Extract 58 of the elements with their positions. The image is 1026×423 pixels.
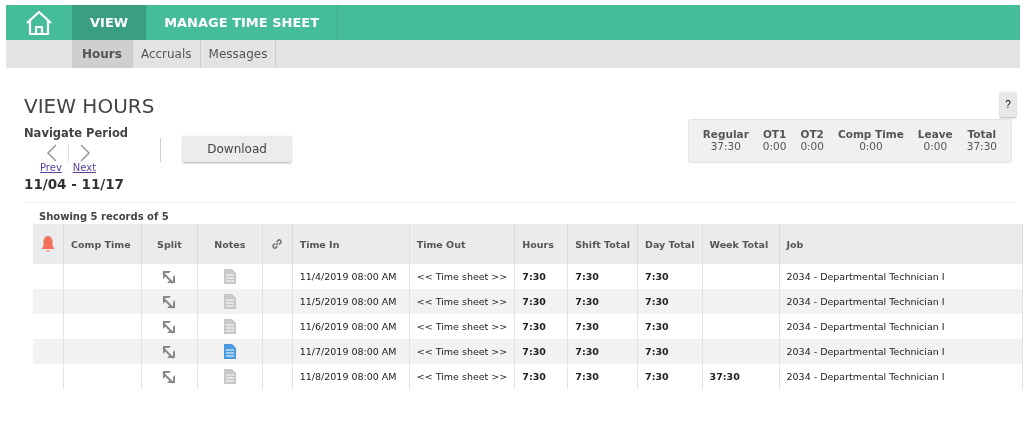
period-range: 11/04 - 11/17 [24,176,125,192]
link-icon [269,237,284,251]
sub-tab[interactable]: Messages [200,40,277,68]
home-icon [24,9,54,36]
summary-value: 0:00 [800,140,824,152]
summary-label: Total [966,128,997,140]
chevron-left-icon[interactable] [46,144,58,162]
chevron-right-icon[interactable] [79,144,91,162]
summary-label: OT2 [800,128,824,140]
records-count: Showing 5 records of 5 [39,211,170,222]
table-cell: 11/5/2019 08:00 AM [292,289,410,314]
help-button[interactable]: ? [1000,92,1016,117]
table-cell: << Time sheet >> [409,364,515,389]
navigate-period-label: Navigate Period [24,126,129,140]
summary-value: 37:30 [709,140,742,152]
sub-tab[interactable]: Accruals [132,40,201,68]
table-cell: 7:30 [514,339,568,364]
summary-label: Leave [917,128,953,140]
table-cell: 2034 - Departmental Technician I [779,289,1023,314]
table-cell: 7:30 [637,289,703,314]
table-cell: 7:30 [514,364,568,389]
bell-icon [40,235,56,253]
summary-label: Regular [702,128,749,140]
download-button[interactable]: Download [183,136,292,162]
sub-tab[interactable]: Hours [72,40,133,68]
prev-link[interactable]: Prev [40,162,62,173]
summary-value: 0:00 [858,140,884,152]
summary-label: Comp Time [838,128,904,140]
column-header: Notes [197,224,263,264]
column-header: Split [141,224,198,264]
summary-value: 37:30 [966,140,997,152]
column-header: Shift Total [567,224,638,264]
table-cell: << Time sheet >> [409,339,515,364]
summary-label: OT1 [762,128,787,140]
column-header: Time In [292,224,410,264]
next-link[interactable]: Next [72,162,97,173]
nav-tab[interactable]: VIEW [72,5,147,40]
table-cell: 11/8/2019 08:00 AM [292,364,410,389]
table-cell: 2034 - Departmental Technician I [779,364,1023,389]
page-title: VIEW HOURS [24,94,155,118]
table-cell: 11/7/2019 08:00 AM [292,339,410,364]
table-cell: 7:30 [637,364,703,389]
column-header: Week Total [702,224,780,264]
column-header: Day Total [637,224,703,264]
table-cell: 7:30 [567,289,638,314]
table-cell: 37:30 [702,364,780,389]
summary-value: 0:00 [762,140,787,152]
table-cell: 7:30 [567,339,638,364]
table-cell: 2034 - Departmental Technician I [779,339,1023,364]
column-header: Hours [514,224,568,264]
table-cell: 7:30 [637,339,703,364]
table-cell: << Time sheet >> [409,289,515,314]
column-header: Job [779,224,1023,264]
column-header: Time Out [409,224,515,264]
column-header: Comp Time [63,224,142,264]
table-cell: 7:30 [567,364,638,389]
summary-value: 0:00 [922,140,949,152]
table-cell: 7:30 [514,289,568,314]
